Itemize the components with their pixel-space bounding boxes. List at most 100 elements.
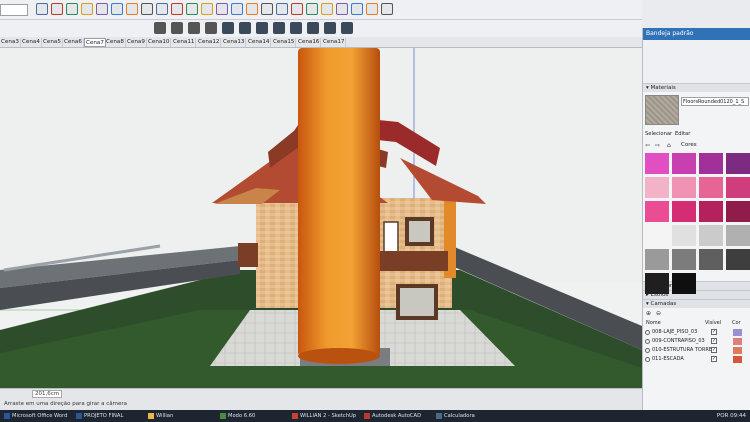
text-icon[interactable] — [201, 3, 213, 15]
rectangle-icon[interactable] — [111, 3, 123, 15]
scene-tab-cena16[interactable]: Cena16 — [297, 38, 322, 47]
scene-tab-cena12[interactable]: Cena12 — [197, 38, 222, 47]
layer-visible-checkbox[interactable]: ✓ — [711, 338, 717, 344]
model-scene[interactable] — [0, 48, 642, 388]
right-icon[interactable] — [341, 22, 353, 34]
scene-tab-cena5[interactable]: Cena5 — [42, 38, 63, 47]
layer-radio[interactable] — [645, 357, 650, 362]
walk-icon[interactable] — [291, 3, 303, 15]
color-swatch[interactable] — [645, 153, 669, 174]
clock[interactable]: 09:44 — [730, 413, 746, 419]
orbit-icon[interactable] — [231, 3, 243, 15]
taskbar-item[interactable]: Autodesk AutoCAD — [364, 411, 434, 421]
material-thumbnail[interactable] — [645, 95, 679, 125]
layer-visible-checkbox[interactable]: ✓ — [711, 347, 717, 353]
color-swatch[interactable] — [672, 225, 696, 246]
color-swatch[interactable] — [672, 249, 696, 270]
color-swatch[interactable] — [699, 177, 723, 198]
layers-header[interactable]: ▾ Camadas — [643, 299, 750, 308]
color-swatch[interactable] — [672, 153, 696, 174]
color-swatch[interactable] — [672, 201, 696, 222]
tape-icon[interactable] — [186, 3, 198, 15]
layer-radio[interactable] — [645, 330, 650, 335]
top-icon[interactable] — [307, 22, 319, 34]
color-swatch[interactable] — [672, 177, 696, 198]
taskbar-item[interactable]: Modo 6.60 — [220, 411, 290, 421]
zoom-extents-icon[interactable] — [276, 3, 288, 15]
monochrome-icon[interactable] — [273, 22, 285, 34]
color-swatch[interactable] — [699, 249, 723, 270]
layer-row[interactable]: 008-LAJE_PISO_03 ✓ — [643, 328, 750, 337]
axes-icon[interactable] — [216, 3, 228, 15]
model-viewport[interactable] — [0, 48, 642, 388]
color-swatch[interactable] — [645, 273, 669, 294]
front-icon[interactable] — [324, 22, 336, 34]
layer-color[interactable] — [733, 347, 742, 354]
section-plane-icon[interactable] — [154, 22, 166, 34]
line-icon[interactable] — [81, 3, 93, 15]
iso-icon[interactable] — [290, 22, 302, 34]
lookaround-icon[interactable] — [306, 3, 318, 15]
color-swatch[interactable] — [699, 225, 723, 246]
xray-icon[interactable] — [188, 22, 200, 34]
back-arrow-icon[interactable]: ⇦ — [645, 142, 650, 149]
section-icon[interactable] — [321, 3, 333, 15]
tab-select[interactable]: Selecionar — [645, 131, 672, 137]
taskbar-item[interactable]: WILLIAN 2 - SketchUp — [292, 411, 362, 421]
shaded-icon[interactable] — [239, 22, 251, 34]
taskbar-item[interactable]: Microsoft Office Word — [4, 411, 74, 421]
scene-tab-cena7[interactable]: Cena7 — [84, 38, 106, 47]
color-swatch[interactable] — [726, 225, 750, 246]
layer-color[interactable] — [733, 329, 742, 336]
pushpull-icon[interactable] — [126, 3, 138, 15]
material-name-field[interactable]: FloorsRounded0120_1_S — [681, 97, 749, 106]
add-layer-icon[interactable]: ⊕ — [646, 310, 651, 317]
language-indicator[interactable]: POR — [717, 413, 728, 419]
layer-row[interactable]: 009-CONTRAPISO_03 ✓ — [643, 337, 750, 346]
layer-row[interactable]: 011-ESCADA ✓ — [643, 355, 750, 364]
color-swatch[interactable] — [699, 201, 723, 222]
scene-tab-cena8[interactable]: Cena8 — [105, 38, 126, 47]
fog-icon[interactable] — [351, 3, 363, 15]
scene-tab-cena9[interactable]: Cena9 — [126, 38, 147, 47]
zoom-icon[interactable] — [261, 3, 273, 15]
color-swatch[interactable] — [645, 177, 669, 198]
layer-row[interactable]: 010-ESTRUTURA TORRE ✓ — [643, 346, 750, 355]
materials-header[interactable]: ▾ Materiais — [643, 83, 750, 92]
color-swatch[interactable] — [726, 201, 750, 222]
select-icon[interactable] — [36, 3, 48, 15]
taskbar-item[interactable]: Willian — [148, 411, 218, 421]
layer-color[interactable] — [733, 338, 742, 345]
layer-visible-checkbox[interactable]: ✓ — [711, 356, 717, 362]
tab-edit[interactable]: Editar — [675, 131, 690, 137]
sandbox-icon[interactable] — [366, 3, 378, 15]
color-swatch[interactable] — [699, 153, 723, 174]
layer-color[interactable] — [733, 356, 742, 363]
shadow-icon[interactable] — [336, 3, 348, 15]
scene-tab-cena13[interactable]: Cena13 — [222, 38, 247, 47]
scene-tab-cena15[interactable]: Cena15 — [272, 38, 297, 47]
color-swatch[interactable] — [645, 201, 669, 222]
arc-icon[interactable] — [96, 3, 108, 15]
offset-icon[interactable] — [171, 3, 183, 15]
color-swatch[interactable] — [645, 249, 669, 270]
taskbar-item[interactable]: PROJETO FINAL — [76, 411, 146, 421]
layer-radio[interactable] — [645, 339, 650, 344]
layer-radio[interactable] — [645, 348, 650, 353]
home-icon[interactable]: ⌂ — [667, 142, 671, 149]
textured-icon[interactable] — [256, 22, 268, 34]
remove-layer-icon[interactable]: ⊖ — [656, 310, 661, 317]
move-icon[interactable] — [141, 3, 153, 15]
hidden-line-icon[interactable] — [222, 22, 234, 34]
scene-tab-cena10[interactable]: Cena10 — [147, 38, 172, 47]
scene-tab-cena17[interactable]: Cena17 — [322, 38, 347, 47]
color-swatch[interactable] — [645, 225, 669, 246]
library-select[interactable]: Cores — [681, 142, 701, 150]
style-icon[interactable] — [381, 3, 393, 15]
layer-visible-checkbox[interactable]: ✓ — [711, 329, 717, 335]
color-swatch[interactable] — [726, 177, 750, 198]
display-section-icon[interactable] — [171, 22, 183, 34]
color-swatch[interactable] — [726, 153, 750, 174]
scene-tab-cena6[interactable]: Cena6 — [63, 38, 84, 47]
taskbar-item[interactable]: Calculadora — [436, 411, 506, 421]
